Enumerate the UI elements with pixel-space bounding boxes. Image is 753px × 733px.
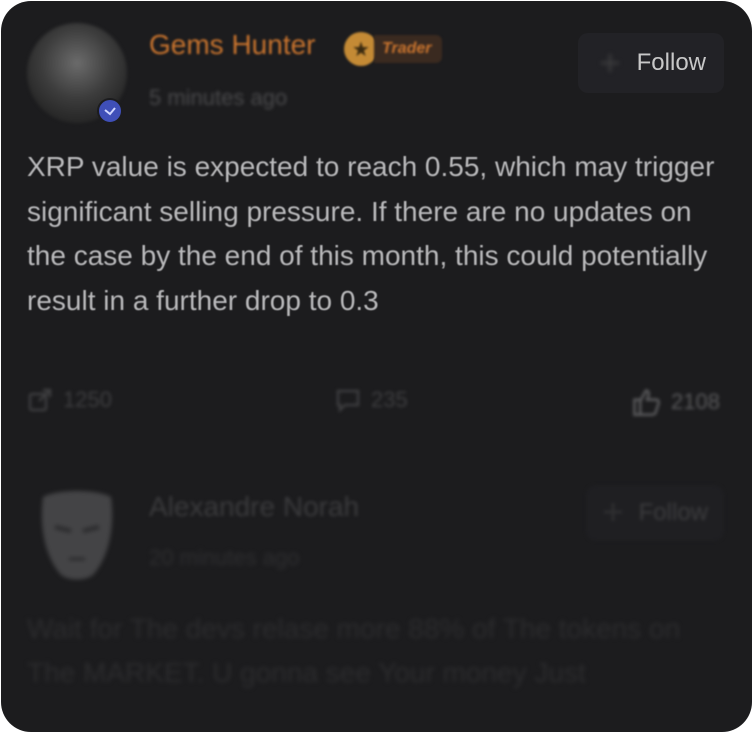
- author-name[interactable]: Gems Hunter: [149, 29, 316, 61]
- comment-text: Wait for The devs relase more 88% of The…: [27, 613, 681, 688]
- share-icon: [28, 388, 52, 412]
- post-text: XRP value is expected to reach 0.55, whi…: [27, 151, 715, 316]
- comment-icon: [336, 389, 360, 413]
- plus-icon: [601, 54, 619, 72]
- badge-label: Trader: [374, 35, 442, 63]
- follow-button[interactable]: Follow: [586, 485, 724, 541]
- commenter-avatar[interactable]: [37, 487, 117, 581]
- follow-label: Follow: [638, 499, 708, 526]
- comment-action[interactable]: 235: [335, 387, 408, 413]
- comment-count: 235: [371, 387, 408, 412]
- like-action[interactable]: 2108: [631, 387, 720, 417]
- share-count: 1250: [63, 387, 112, 412]
- feed-card: Gems Hunter ★ Trader 5 minutes ago Follo…: [1, 1, 752, 732]
- thumbs-up-icon: [633, 389, 660, 416]
- follow-label: Follow: [636, 49, 706, 76]
- commenter-name[interactable]: Alexandre Norah: [149, 491, 359, 523]
- like-count: 2108: [671, 389, 720, 414]
- star-icon: ★: [344, 32, 378, 66]
- post-timestamp: 5 minutes ago: [149, 85, 288, 110]
- verified-check-icon: [97, 98, 123, 124]
- follow-button[interactable]: Follow: [578, 33, 724, 93]
- plus-icon: [604, 503, 622, 521]
- comment-timestamp: 20 minutes ago: [149, 545, 300, 570]
- share-action[interactable]: 1250: [27, 387, 112, 413]
- post-actions: 1250 235 2108: [27, 387, 727, 421]
- trader-badge: ★ Trader: [344, 31, 454, 67]
